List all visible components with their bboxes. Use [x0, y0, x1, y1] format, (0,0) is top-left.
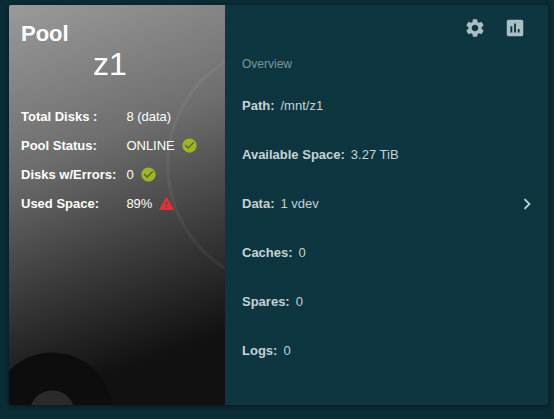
page: Poolz1 Total Disks : 8 (data) Pool Status: O…	[0, 0, 554, 419]
row-value: 0	[296, 294, 538, 309]
stat-value: 8 (data)	[126, 108, 215, 125]
stat-label: Used Space:	[21, 195, 116, 212]
row-value: 1 vdev	[281, 196, 510, 211]
stat-label: Disks w/Errors:	[21, 166, 116, 183]
stat-value: ONLINE	[126, 137, 215, 154]
overview-row[interactable]: Data: 1 vdev	[242, 179, 538, 228]
row-value: 3.27 TiB	[351, 147, 538, 162]
check-icon	[140, 166, 157, 183]
gear-icon	[464, 17, 486, 39]
row-value: 0	[299, 245, 538, 260]
settings-button[interactable]	[464, 17, 486, 39]
row-label: Path:	[242, 98, 275, 113]
stats: Total Disks : 8 (data) Pool Status: ONLINE D…	[21, 108, 215, 212]
row-value: /mnt/z1	[281, 98, 539, 113]
row-label: Caches:	[242, 245, 293, 260]
chevron-right-icon	[516, 193, 538, 215]
card-title: Pool	[21, 21, 215, 47]
toolbar	[242, 17, 538, 39]
overview-row: Spares: 0	[242, 277, 538, 326]
pool-summary-panel: Poolz1 Total Disks : 8 (data) Pool Status: O…	[9, 5, 225, 405]
row-label: Available Space:	[242, 147, 345, 162]
overview-row: Available Space: 3.27 TiB	[242, 130, 538, 179]
overview-row: Path: /mnt/z1	[242, 81, 538, 130]
stat-label: Total Disks :	[21, 108, 116, 125]
row-label: Spares:	[242, 294, 290, 309]
check-icon	[181, 137, 198, 154]
row-value: 0	[283, 343, 538, 358]
overview-panel: Overview Path: /mnt/z1 Available Space: 3.27…	[225, 5, 548, 405]
pool-name: z1	[21, 45, 215, 83]
bar-chart-icon	[504, 17, 526, 39]
reports-button[interactable]	[504, 17, 526, 39]
stat-label: Pool Status:	[21, 137, 116, 154]
row-label: Logs:	[242, 343, 277, 358]
overview-heading: Overview	[242, 57, 538, 71]
overview-row: Logs: 0	[242, 326, 538, 375]
row-label: Data:	[242, 196, 275, 211]
pool-card: Poolz1 Total Disks : 8 (data) Pool Status: O…	[9, 5, 548, 405]
warning-icon	[158, 195, 175, 212]
stat-value: 89%	[126, 195, 215, 212]
stat-value: 0	[126, 166, 215, 183]
overview-row: Caches: 0	[242, 228, 538, 277]
